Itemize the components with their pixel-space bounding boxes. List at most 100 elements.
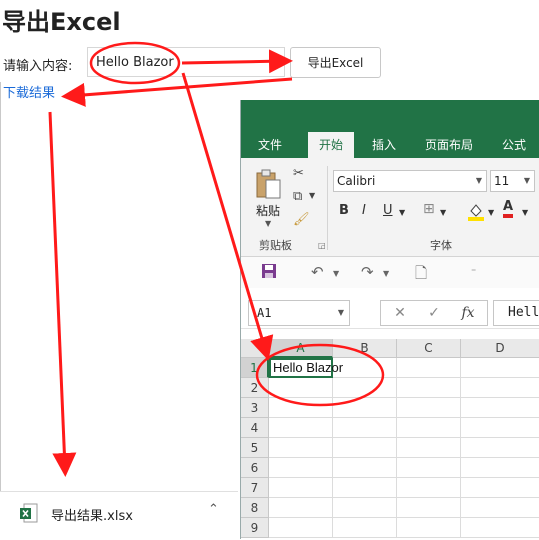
cell-a6[interactable] (269, 458, 333, 478)
cell-d1[interactable] (461, 358, 539, 378)
chevron-down-icon[interactable]: ▼ (440, 208, 446, 217)
tab-page-layout[interactable]: 页面布局 (414, 132, 484, 158)
underline-button[interactable]: U (383, 203, 393, 218)
chevron-down-icon[interactable]: ▼ (399, 208, 405, 217)
font-name-value: Calibri (337, 174, 376, 188)
chevron-down-icon[interactable]: ▼ (265, 219, 271, 228)
quick-access-toolbar: ↶ ▼ ↷ ▼ 🗋 ⁼ (241, 257, 539, 289)
font-size-select[interactable]: 11 ▼ (490, 170, 535, 192)
select-all-corner[interactable] (241, 339, 269, 358)
cell-b5[interactable] (333, 438, 397, 458)
enter-icon[interactable]: ✓ (417, 301, 451, 325)
cell-c9[interactable] (397, 518, 461, 538)
cell-d7[interactable] (461, 478, 539, 498)
cell-d4[interactable] (461, 418, 539, 438)
cell-d3[interactable] (461, 398, 539, 418)
cell-d2[interactable] (461, 378, 539, 398)
column-header-c[interactable]: C (397, 339, 461, 358)
tab-formulas[interactable]: 公式 (491, 132, 537, 158)
ribbon-home: 粘贴 ▼ ✂ ⧉ ▼ 🖌 剪贴板 ◲ Calibri ▼ 11 ▼ B I U … (241, 158, 539, 257)
content-input[interactable] (87, 47, 285, 77)
cell-c4[interactable] (397, 418, 461, 438)
row-header-8[interactable]: 8 (241, 498, 269, 518)
undo-icon[interactable]: ↶ (311, 263, 324, 281)
column-header-b[interactable]: B (333, 339, 397, 358)
paste-icon[interactable] (255, 168, 283, 204)
cancel-icon[interactable]: ✕ (383, 301, 417, 325)
new-document-icon[interactable]: 🗋 (415, 263, 427, 288)
cell-b8[interactable] (333, 498, 397, 518)
italic-button[interactable]: I (362, 203, 366, 218)
font-name-select[interactable]: Calibri ▼ (333, 170, 487, 192)
chevron-down-icon[interactable]: ▼ (383, 269, 389, 278)
cell-b9[interactable] (333, 518, 397, 538)
row-header-1[interactable]: 1 (241, 358, 269, 378)
cell-b6[interactable] (333, 458, 397, 478)
cell-c3[interactable] (397, 398, 461, 418)
font-color-icon[interactable]: A (503, 200, 514, 218)
export-excel-button[interactable]: 导出Excel (290, 47, 381, 78)
clipboard-group-label: 剪贴板 (259, 239, 292, 252)
cell-c5[interactable] (397, 438, 461, 458)
cut-icon[interactable]: ✂ (293, 166, 304, 181)
cell-b3[interactable] (333, 398, 397, 418)
redo-icon[interactable]: ↷ (361, 263, 374, 281)
save-icon[interactable] (261, 263, 277, 283)
chevron-down-icon: ▼ (337, 308, 344, 317)
cell-a7[interactable] (269, 478, 333, 498)
download-result-link[interactable]: 下载结果 (3, 82, 55, 101)
row-header-2[interactable]: 2 (241, 378, 269, 398)
row-header-6[interactable]: 6 (241, 458, 269, 478)
cell-b2[interactable] (333, 378, 397, 398)
row-header-7[interactable]: 7 (241, 478, 269, 498)
cell-a1[interactable]: Hello Blazor (269, 358, 343, 378)
formula-bar: A1 ▼ ✕ ✓ fx Hello Blazor (241, 288, 539, 329)
chevron-down-icon[interactable]: ▼ (522, 208, 528, 217)
cell-a4[interactable] (269, 418, 333, 438)
cell-b4[interactable] (333, 418, 397, 438)
cell-a2[interactable] (269, 378, 333, 398)
downloaded-file-name[interactable]: 导出结果.xlsx (51, 505, 133, 524)
cell-d9[interactable] (461, 518, 539, 538)
cell-c1[interactable] (397, 358, 461, 378)
copy-icon[interactable]: ⧉ (293, 189, 302, 204)
name-box-value: A1 (257, 306, 272, 320)
chevron-down-icon[interactable]: ▼ (488, 208, 494, 217)
cell-b7[interactable] (333, 478, 397, 498)
row-header-3[interactable]: 3 (241, 398, 269, 418)
fill-color-icon[interactable] (467, 201, 485, 225)
formula-input[interactable]: Hello Blazor (493, 300, 539, 326)
cell-a3[interactable] (269, 398, 333, 418)
cell-b1[interactable] (333, 358, 397, 378)
name-box[interactable]: A1 ▼ (248, 300, 350, 326)
customize-toolbar-icon[interactable]: ⁼ (471, 267, 476, 278)
borders-icon[interactable]: ⊞ (423, 201, 435, 217)
cell-a8[interactable] (269, 498, 333, 518)
tab-home[interactable]: 开始 (308, 132, 355, 158)
cell-a9[interactable] (269, 518, 333, 538)
row-header-9[interactable]: 9 (241, 518, 269, 538)
format-painter-icon[interactable]: 🖌 (293, 212, 310, 227)
row-header-5[interactable]: 5 (241, 438, 269, 458)
cell-d5[interactable] (461, 438, 539, 458)
cell-d8[interactable] (461, 498, 539, 518)
paste-label[interactable]: 粘贴 (256, 202, 280, 219)
row-header-4[interactable]: 4 (241, 418, 269, 438)
cell-c8[interactable] (397, 498, 461, 518)
dialog-launcher-icon[interactable]: ◲ (318, 241, 326, 250)
tab-file[interactable]: 文件 (247, 132, 293, 158)
tab-insert[interactable]: 插入 (361, 132, 407, 158)
chevron-down-icon[interactable]: ▼ (333, 269, 339, 278)
column-header-d[interactable]: D (461, 339, 539, 358)
insert-function-icon[interactable]: fx (451, 301, 485, 325)
cell-c2[interactable] (397, 378, 461, 398)
cell-c7[interactable] (397, 478, 461, 498)
chevron-up-icon[interactable]: ⌃ (208, 502, 219, 517)
chevron-down-icon[interactable]: ▼ (309, 191, 315, 200)
input-label: 请输入内容: (3, 59, 73, 74)
column-header-a[interactable]: A (269, 339, 333, 358)
cell-a5[interactable] (269, 438, 333, 458)
bold-button[interactable]: B (339, 203, 349, 218)
cell-d6[interactable] (461, 458, 539, 478)
cell-c6[interactable] (397, 458, 461, 478)
